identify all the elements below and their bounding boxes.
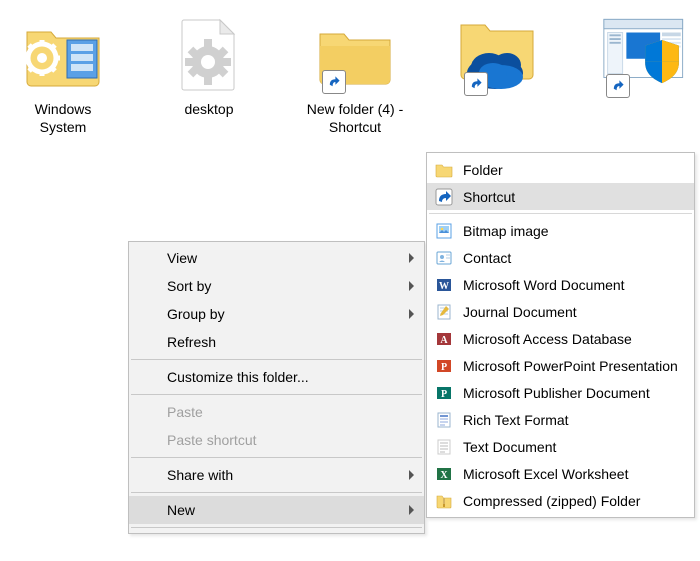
svg-text:P: P <box>441 389 447 400</box>
sub-item-label: Rich Text Format <box>463 412 569 428</box>
sub-item-label: Bitmap image <box>463 223 549 239</box>
desktop-item-new-folder-shortcut[interactable]: New folder (4) - Shortcut <box>302 10 408 136</box>
settings-file-icon <box>164 10 254 100</box>
ctx-item-new[interactable]: New <box>129 496 424 524</box>
desktop-item-label: desktop <box>184 100 233 118</box>
shortcut-overlay-icon <box>322 70 346 94</box>
sub-item-shortcut[interactable]: Shortcut <box>427 183 694 210</box>
sub-item-label: Microsoft Access Database <box>463 331 632 347</box>
chevron-right-icon <box>409 505 414 515</box>
sub-item-label: Compressed (zipped) Folder <box>463 493 640 509</box>
folder-icon <box>435 161 453 179</box>
ctx-item-group-by[interactable]: Group by <box>129 300 424 328</box>
ctx-item-customize[interactable]: Customize this folder... <box>129 363 424 391</box>
sub-item-label: Shortcut <box>463 189 515 205</box>
svg-text:X: X <box>440 470 448 481</box>
desktop-item-label: Windows System <box>10 100 116 136</box>
sub-item-label: Folder <box>463 162 503 178</box>
shortcut-overlay-icon <box>464 72 488 96</box>
context-submenu-new: Folder Shortcut Bitmap image Contact W M… <box>426 152 695 518</box>
ctx-item-label: New <box>167 502 195 518</box>
sub-item-publisher[interactable]: P Microsoft Publisher Document <box>427 379 694 406</box>
bitmap-icon <box>435 222 453 240</box>
sub-item-label: Microsoft Excel Worksheet <box>463 466 628 482</box>
svg-text:A: A <box>440 335 448 346</box>
sub-item-access[interactable]: A Microsoft Access Database <box>427 325 694 352</box>
ctx-item-label: View <box>167 250 197 266</box>
sub-item-excel[interactable]: X Microsoft Excel Worksheet <box>427 460 694 487</box>
sub-item-word[interactable]: W Microsoft Word Document <box>427 271 694 298</box>
zip-icon <box>435 492 453 510</box>
chevron-right-icon <box>409 253 414 263</box>
ctx-item-label: Group by <box>167 306 225 322</box>
folder-onedrive-icon <box>456 10 546 100</box>
sub-item-label: Microsoft Publisher Document <box>463 385 650 401</box>
ctx-item-label: Refresh <box>167 334 216 350</box>
access-icon: A <box>435 330 453 348</box>
publisher-icon: P <box>435 384 453 402</box>
desktop-item-onedrive[interactable] <box>448 10 554 136</box>
text-icon <box>435 438 453 456</box>
sub-item-powerpoint[interactable]: P Microsoft PowerPoint Presentation <box>427 352 694 379</box>
folder-shortcut-icon <box>310 10 400 100</box>
ctx-item-refresh[interactable]: Refresh <box>129 328 424 356</box>
chevron-right-icon <box>409 470 414 480</box>
svg-text:P: P <box>441 362 447 373</box>
ctx-item-label: Paste <box>167 404 203 420</box>
word-icon: W <box>435 276 453 294</box>
sub-item-journal[interactable]: Journal Document <box>427 298 694 325</box>
context-menu: View Sort by Group by Refresh Customize … <box>128 241 425 534</box>
sub-item-label: Contact <box>463 250 511 266</box>
svg-text:W: W <box>439 281 449 292</box>
excel-icon: X <box>435 465 453 483</box>
sub-item-rtf[interactable]: Rich Text Format <box>427 406 694 433</box>
desktop-item-windows-system[interactable]: Windows System <box>10 10 116 136</box>
rtf-icon <box>435 411 453 429</box>
ctx-item-label: Paste shortcut <box>167 432 257 448</box>
shortcut-overlay-icon <box>606 74 630 98</box>
chevron-right-icon <box>409 281 414 291</box>
sub-item-label: Text Document <box>463 439 556 455</box>
desktop-item-label: New folder (4) - Shortcut <box>302 100 408 136</box>
sub-item-zip[interactable]: Compressed (zipped) Folder <box>427 487 694 514</box>
folder-gear-icon <box>18 10 108 100</box>
ctx-separator <box>131 527 422 528</box>
ctx-separator <box>131 457 422 458</box>
ctx-item-paste-shortcut: Paste shortcut <box>129 426 424 454</box>
sub-item-label: Microsoft Word Document <box>463 277 625 293</box>
sub-item-folder[interactable]: Folder <box>427 156 694 183</box>
desktop-icons-area: Windows System <box>0 10 700 136</box>
sub-item-label: Microsoft PowerPoint Presentation <box>463 358 678 374</box>
desktop-item-window-shield[interactable] <box>594 10 700 136</box>
shortcut-icon <box>435 188 453 206</box>
ctx-separator <box>131 359 422 360</box>
ctx-item-label: Share with <box>167 467 233 483</box>
ctx-item-label: Customize this folder... <box>167 369 309 385</box>
contact-icon <box>435 249 453 267</box>
journal-icon <box>435 303 453 321</box>
sub-item-text[interactable]: Text Document <box>427 433 694 460</box>
ctx-separator <box>131 394 422 395</box>
powerpoint-icon: P <box>435 357 453 375</box>
desktop-item-desktop-ini[interactable]: desktop <box>156 10 262 136</box>
sub-separator <box>429 213 692 214</box>
ctx-item-share-with[interactable]: Share with <box>129 461 424 489</box>
ctx-item-label: Sort by <box>167 278 211 294</box>
sub-item-label: Journal Document <box>463 304 577 320</box>
ctx-item-paste: Paste <box>129 398 424 426</box>
ctx-item-view[interactable]: View <box>129 244 424 272</box>
chevron-right-icon <box>409 309 414 319</box>
sub-item-bitmap[interactable]: Bitmap image <box>427 217 694 244</box>
window-shield-icon <box>602 10 692 100</box>
ctx-item-sort-by[interactable]: Sort by <box>129 272 424 300</box>
sub-item-contact[interactable]: Contact <box>427 244 694 271</box>
ctx-separator <box>131 492 422 493</box>
